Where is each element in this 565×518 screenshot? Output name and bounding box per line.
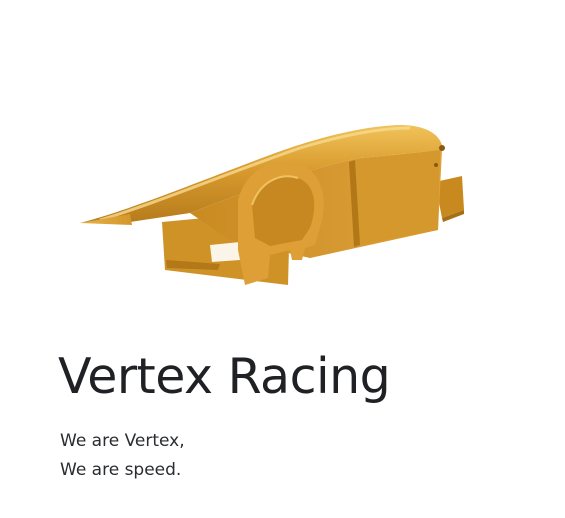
tagline-line-1: We are Vertex, [60, 431, 185, 451]
hero-title: Vertex Racing [58, 348, 391, 405]
tagline-line-2: We are speed. [60, 460, 182, 480]
race-car-nose-cone-image [80, 125, 464, 285]
